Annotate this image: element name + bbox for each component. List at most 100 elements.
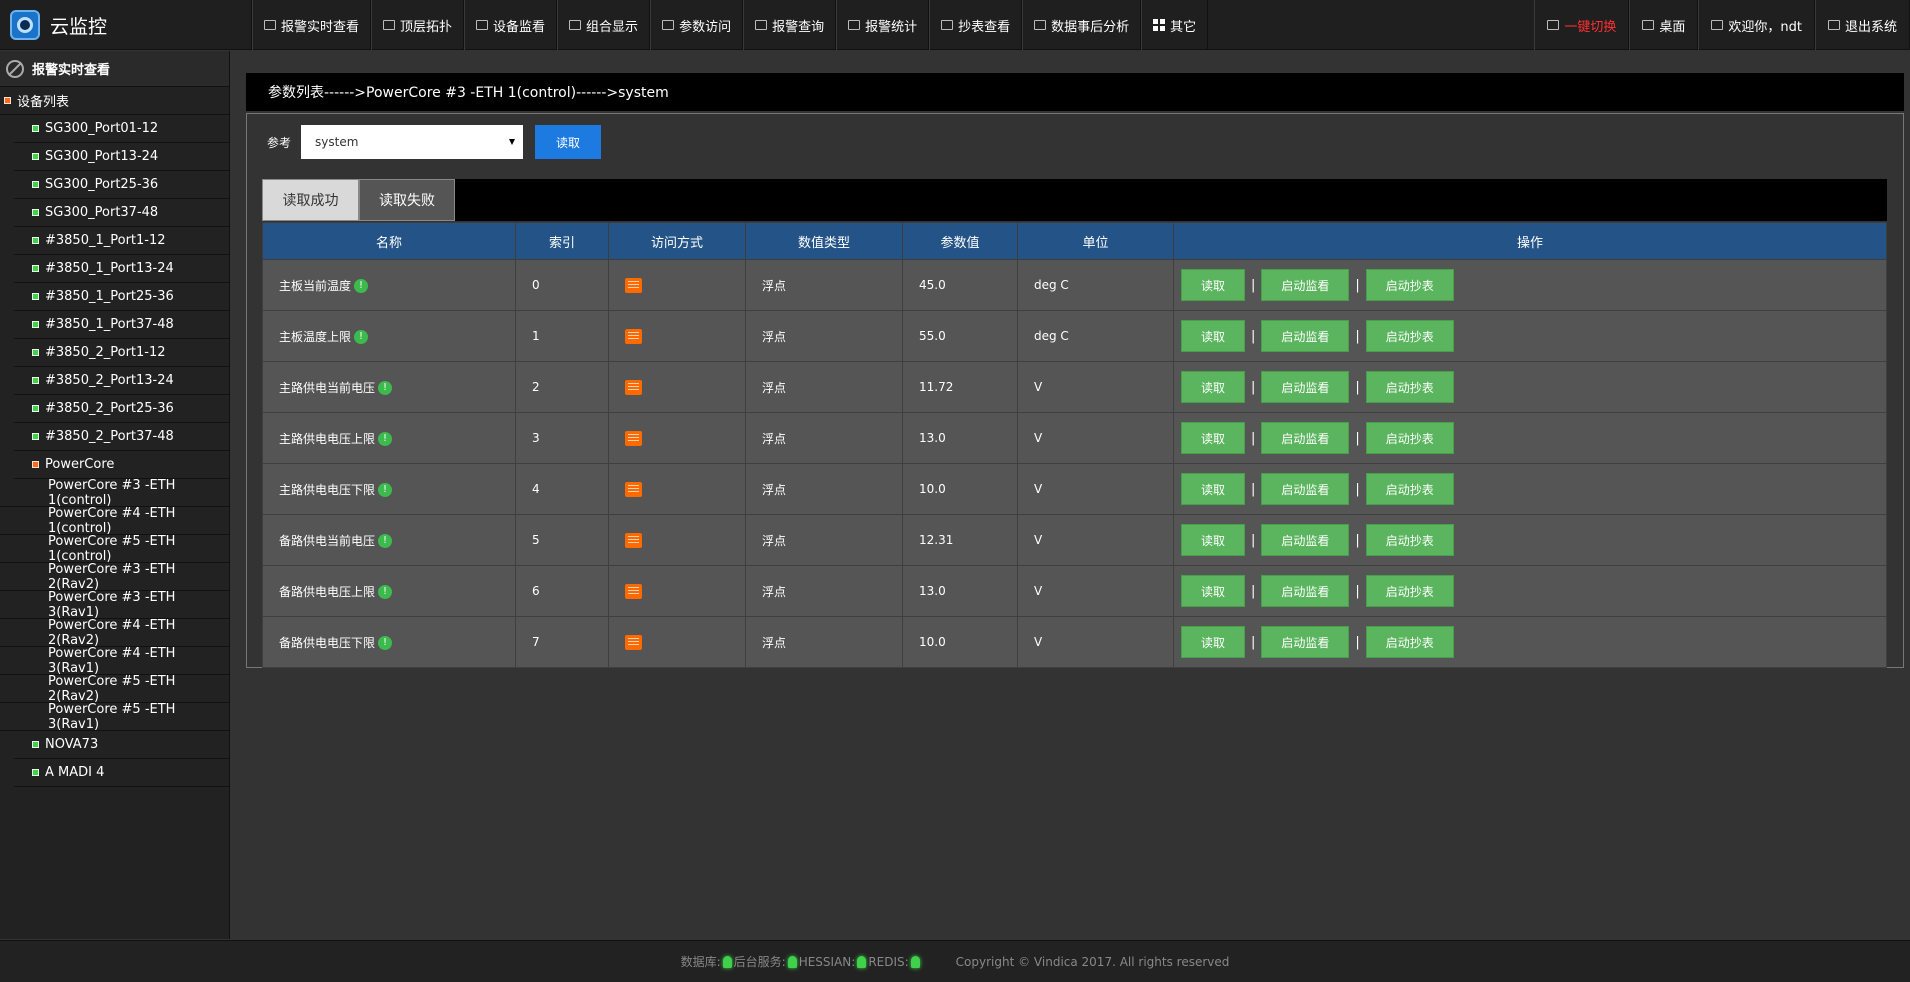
info-ok-icon[interactable]: ! xyxy=(354,330,369,344)
start-monitor-button[interactable]: 启动监看 xyxy=(1261,524,1350,556)
start-meter-button[interactable]: 启动抄表 xyxy=(1365,575,1454,607)
brand[interactable]: 云监控 xyxy=(0,0,252,50)
table-row: 备路供电电压上限! 6 浮点 13.0 V 读取 | 启动监看 | 启动抄表 xyxy=(262,565,1887,617)
param-name-cell: 备路供电电压上限! xyxy=(262,565,516,617)
row-read-button[interactable]: 读取 xyxy=(1181,422,1245,454)
nav-item-alarm-stats[interactable]: 报警统计 xyxy=(836,0,930,50)
nav-item-alarm-realtime[interactable]: 报警实时查看 xyxy=(252,0,372,50)
separator: | xyxy=(1251,379,1256,395)
tab-read-success[interactable]: 读取成功 xyxy=(262,179,359,221)
tree-item-device[interactable]: SG300_Port37-48 xyxy=(14,199,229,227)
tree-item-powercore-child[interactable]: PowerCore #4 -ETH 1(control) xyxy=(0,506,229,536)
topology-icon xyxy=(383,20,396,30)
start-monitor-button[interactable]: 启动监看 xyxy=(1261,320,1350,352)
tree-item-device[interactable]: #3850_1_Port37-48 xyxy=(14,311,229,339)
nav-item-device-monitor[interactable]: 设备监看 xyxy=(464,0,558,50)
access-list-icon xyxy=(625,532,642,548)
tree-item-powercore-child[interactable]: PowerCore #5 -ETH 1(control) xyxy=(0,534,229,564)
tree-item-device[interactable]: #3850_1_Port13-24 xyxy=(14,255,229,283)
col-type: 数值类型 xyxy=(745,222,903,260)
collapse-icon xyxy=(32,461,39,468)
tree-item-device[interactable]: #3850_2_Port13-24 xyxy=(14,367,229,395)
row-read-button[interactable]: 读取 xyxy=(1181,473,1245,505)
start-meter-button[interactable]: 启动抄表 xyxy=(1365,371,1454,403)
start-meter-button[interactable]: 启动抄表 xyxy=(1365,320,1454,352)
tab-read-failed[interactable]: 读取失败 xyxy=(359,179,455,221)
col-name: 名称 xyxy=(262,222,516,260)
expand-icon xyxy=(32,377,39,384)
device-tree-tail: NOVA73 A MADI 4 xyxy=(0,731,229,787)
tree-item-device[interactable]: SG300_Port01-12 xyxy=(14,115,229,143)
param-name-cell: 主路供电电压下限! xyxy=(262,463,516,515)
start-meter-button[interactable]: 启动抄表 xyxy=(1365,269,1454,301)
nav-item-param-access[interactable]: 参数访问 xyxy=(650,0,744,50)
nav-item-data-analysis[interactable]: 数据事后分析 xyxy=(1022,0,1142,50)
tree-item-device[interactable]: #3850_1_Port1-12 xyxy=(14,227,229,255)
tree-item-powercore-child[interactable]: PowerCore #3 -ETH 2(Rav2) xyxy=(0,562,229,592)
start-monitor-button[interactable]: 启动监看 xyxy=(1261,269,1350,301)
tree-item-device[interactable]: #3850_2_Port37-48 xyxy=(14,423,229,451)
reference-label: 参考 xyxy=(267,135,292,150)
param-access-cell xyxy=(608,565,746,617)
tree-item-device[interactable]: #3850_1_Port25-36 xyxy=(14,283,229,311)
one-key-switch-button[interactable]: 一键切换 xyxy=(1534,0,1630,50)
info-ok-icon[interactable]: ! xyxy=(354,279,369,293)
desktop-button[interactable]: 桌面 xyxy=(1629,0,1699,50)
expand-icon xyxy=(32,237,39,244)
sidebar-header[interactable]: 报警实时查看 xyxy=(0,51,229,87)
param-index-cell: 1 xyxy=(515,310,609,362)
start-meter-button[interactable]: 启动抄表 xyxy=(1365,422,1454,454)
start-meter-button[interactable]: 启动抄表 xyxy=(1365,473,1454,505)
main-nav: 报警实时查看 顶层拓扑 设备监看 组合显示 参数访问 报警查询 报警统计 抄表查… xyxy=(252,0,1209,50)
user-welcome[interactable]: 欢迎你，ndt xyxy=(1698,0,1815,50)
tree-item-powercore-child[interactable]: PowerCore #3 -ETH 3(Rav1) xyxy=(0,590,229,620)
tree-item-device[interactable]: A MADI 4 xyxy=(14,759,229,787)
tree-item-device[interactable]: SG300_Port13-24 xyxy=(14,143,229,171)
start-meter-button[interactable]: 启动抄表 xyxy=(1365,524,1454,556)
row-read-button[interactable]: 读取 xyxy=(1181,320,1245,352)
tree-item-device[interactable]: #3850_2_Port1-12 xyxy=(14,339,229,367)
nav-item-alarm-query[interactable]: 报警查询 xyxy=(743,0,837,50)
start-monitor-button[interactable]: 启动监看 xyxy=(1261,626,1350,658)
logout-button[interactable]: 退出系统 xyxy=(1814,0,1910,50)
row-read-button[interactable]: 读取 xyxy=(1181,626,1245,658)
info-ok-icon[interactable]: ! xyxy=(378,636,393,650)
col-unit: 单位 xyxy=(1017,222,1174,260)
info-ok-icon[interactable]: ! xyxy=(378,534,393,548)
expand-icon xyxy=(32,769,39,776)
read-button[interactable]: 读取 xyxy=(535,125,602,159)
nav-item-topology[interactable]: 顶层拓扑 xyxy=(371,0,465,50)
row-read-button[interactable]: 读取 xyxy=(1181,371,1245,403)
tree-item-powercore-child[interactable]: PowerCore #5 -ETH 2(Rav2) xyxy=(0,674,229,704)
nav-item-other[interactable]: 其它 xyxy=(1141,0,1209,50)
tree-item-device[interactable]: NOVA73 xyxy=(14,731,229,759)
expand-icon xyxy=(32,153,39,160)
start-meter-button[interactable]: 启动抄表 xyxy=(1365,626,1454,658)
tree-item-powercore-child[interactable]: PowerCore #3 -ETH 1(control) xyxy=(0,478,229,508)
param-access-cell xyxy=(608,259,746,311)
tree-item-device[interactable]: SG300_Port25-36 xyxy=(14,171,229,199)
tree-item-powercore-child[interactable]: PowerCore #5 -ETH 3(Rav1) xyxy=(0,702,229,732)
start-monitor-button[interactable]: 启动监看 xyxy=(1261,473,1350,505)
row-read-button[interactable]: 读取 xyxy=(1181,575,1245,607)
table-row: 主路供电电压上限! 3 浮点 13.0 V 读取 | 启动监看 | 启动抄表 xyxy=(262,412,1887,464)
tree-root-device-list[interactable]: 设备列表 xyxy=(0,87,229,115)
tree-item-device[interactable]: #3850_2_Port25-36 xyxy=(14,395,229,423)
start-monitor-button[interactable]: 启动监看 xyxy=(1261,575,1350,607)
reference-select[interactable]: system xyxy=(301,125,524,159)
info-ok-icon[interactable]: ! xyxy=(378,585,393,599)
backend-status-label: 后台服务: xyxy=(733,955,786,969)
tree-item-powercore-child[interactable]: PowerCore #4 -ETH 3(Rav1) xyxy=(0,646,229,676)
row-read-button[interactable]: 读取 xyxy=(1181,524,1245,556)
start-monitor-button[interactable]: 启动监看 xyxy=(1261,422,1350,454)
start-monitor-button[interactable]: 启动监看 xyxy=(1261,371,1350,403)
info-ok-icon[interactable]: ! xyxy=(378,381,393,395)
param-access-cell xyxy=(608,616,746,668)
nav-item-combined-display[interactable]: 组合显示 xyxy=(557,0,651,50)
info-ok-icon[interactable]: ! xyxy=(378,483,393,497)
tree-item-powercore-child[interactable]: PowerCore #4 -ETH 2(Rav2) xyxy=(0,618,229,648)
tree-item-powercore[interactable]: PowerCore xyxy=(14,451,229,479)
nav-item-meter-view[interactable]: 抄表查看 xyxy=(929,0,1023,50)
row-read-button[interactable]: 读取 xyxy=(1181,269,1245,301)
info-ok-icon[interactable]: ! xyxy=(378,432,393,446)
